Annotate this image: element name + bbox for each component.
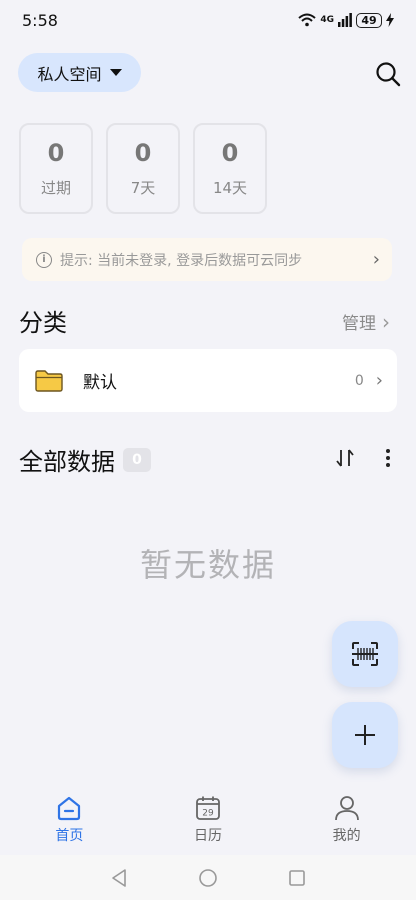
person-icon: [334, 796, 359, 821]
search-icon[interactable]: [374, 60, 402, 88]
nav-item-calendar[interactable]: 29 日历: [163, 795, 253, 845]
scan-icon: [352, 642, 378, 666]
space-selector-label: 私人空间: [37, 64, 102, 84]
stat-value: 0: [221, 139, 239, 167]
battery-icon: 49: [356, 12, 382, 28]
stat-card-7-days[interactable]: 0 7天: [106, 123, 180, 214]
nav-item-home[interactable]: 首页: [24, 795, 114, 845]
chevron-right-icon: ›: [375, 370, 383, 391]
count-badge: 0: [123, 447, 151, 472]
network-label: 4G: [320, 15, 334, 25]
empty-state-text: 暂无数据: [139, 546, 276, 584]
status-icons: 4G 49: [298, 12, 394, 28]
stat-label: 过期: [40, 179, 71, 197]
plus-icon: [355, 725, 375, 745]
calendar-day: 29: [202, 809, 214, 819]
stat-value: 0: [134, 139, 152, 167]
manage-categories-button[interactable]: 管理 ›: [342, 309, 390, 335]
category-name: 默认: [83, 373, 117, 393]
scan-button[interactable]: [332, 621, 398, 687]
stat-label: 14天: [212, 179, 248, 197]
status-bar: 5:58 4G 49: [0, 0, 416, 40]
space-selector-button[interactable]: 私人空间: [18, 53, 141, 92]
recents-icon[interactable]: [288, 869, 306, 887]
category-count: 0: [354, 372, 364, 389]
folder-icon: [35, 369, 63, 392]
system-navigation-bar: [0, 855, 416, 900]
calendar-icon: 29: [196, 796, 220, 820]
stat-label: 7天: [130, 179, 156, 197]
nav-label-calendar: 日历: [193, 828, 222, 844]
login-tip-banner[interactable]: i 提示: 当前未登录, 登录后数据可云同步 ›: [22, 238, 392, 281]
caret-down-icon: [109, 69, 122, 76]
wifi-icon: [298, 13, 317, 27]
back-icon[interactable]: [110, 868, 128, 888]
battery-level: 49: [361, 13, 377, 27]
bottom-navigation: 首页 29 日历 我的: [0, 785, 416, 855]
stat-card-expired[interactable]: 0 过期: [19, 123, 93, 214]
home-circle-icon[interactable]: [198, 868, 218, 888]
chevron-right-icon: ›: [382, 309, 390, 334]
stat-value: 0: [47, 139, 65, 167]
category-item-default[interactable]: 默认 0 ›: [19, 349, 397, 412]
status-time: 5:58: [22, 10, 58, 30]
nav-label-profile: 我的: [332, 828, 361, 844]
manage-label: 管理: [342, 314, 376, 334]
tip-text: 提示: 当前未登录, 登录后数据可云同步: [60, 252, 303, 269]
home-icon: [58, 796, 81, 821]
more-options-icon[interactable]: [378, 447, 398, 469]
stat-card-14-days[interactable]: 0 14天: [193, 123, 267, 214]
charging-icon: [386, 13, 394, 27]
category-section-title: 分类: [19, 309, 67, 337]
all-data-title: 全部数据: [19, 448, 115, 476]
sort-icon[interactable]: [334, 447, 356, 469]
signal-icon: [338, 13, 352, 27]
nav-label-home: 首页: [55, 828, 84, 844]
info-icon: i: [36, 251, 52, 268]
all-data-header: 全部数据 0: [19, 442, 151, 477]
add-button[interactable]: [332, 702, 398, 768]
chevron-right-icon: ›: [372, 249, 380, 270]
nav-item-profile[interactable]: 我的: [302, 795, 392, 845]
